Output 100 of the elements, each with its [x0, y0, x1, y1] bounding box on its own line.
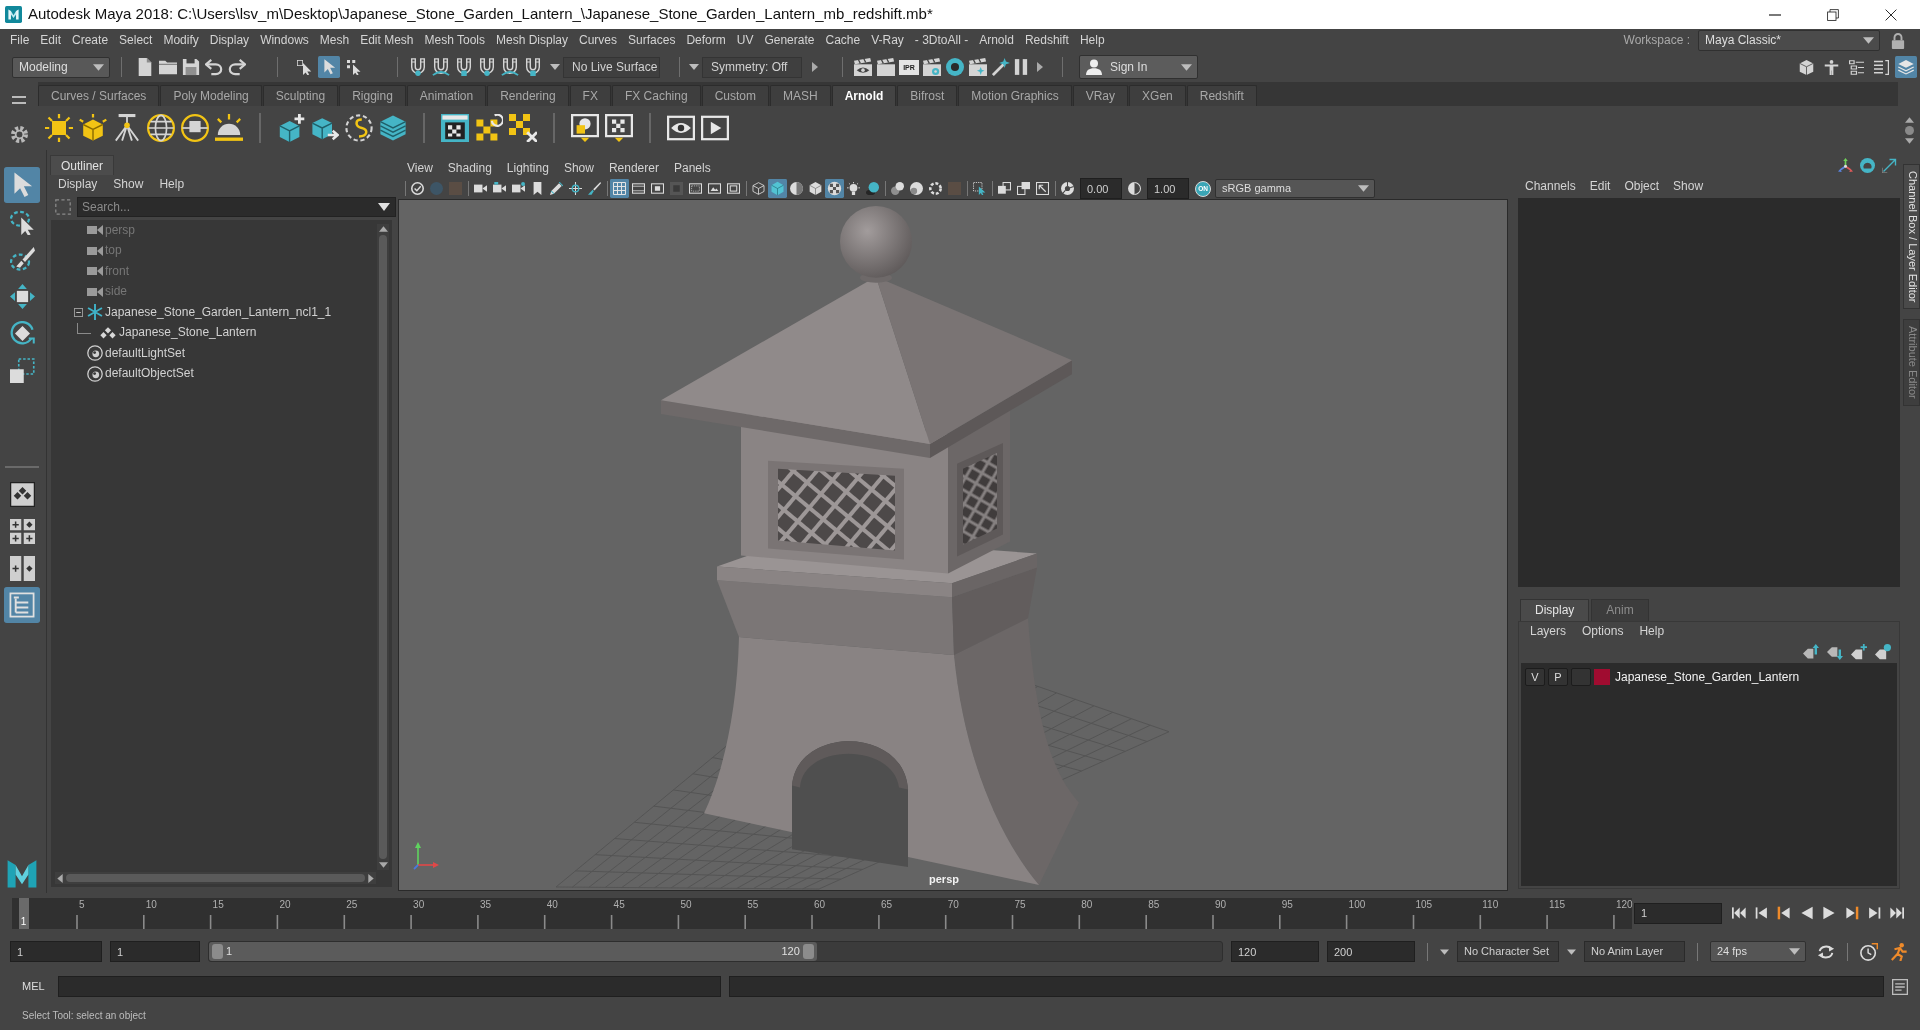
collapse-arrow-icon[interactable]	[812, 62, 818, 72]
layer-color-swatch[interactable]	[1594, 669, 1610, 685]
undo-icon[interactable]	[205, 58, 223, 76]
cube-icon[interactable]	[1798, 59, 1814, 75]
range-slider-bar[interactable]	[209, 942, 817, 961]
tag-plus-icon[interactable]	[1851, 644, 1867, 660]
menu-item[interactable]: Windows	[260, 33, 309, 48]
playback-start-field[interactable]: 1	[110, 941, 200, 962]
cursor-icon[interactable]	[296, 59, 312, 75]
scroll-down-icon[interactable]	[378, 862, 388, 868]
magnet-icon[interactable]	[409, 58, 427, 76]
scroll-left-icon[interactable]	[57, 873, 63, 883]
collapse-icon[interactable]	[73, 307, 83, 317]
magnet-icon[interactable]	[455, 58, 473, 76]
brush-icon[interactable]	[588, 182, 601, 195]
magnet-icon[interactable]	[432, 58, 450, 76]
checker-sphere-icon[interactable]	[825, 179, 844, 198]
restore-icon[interactable]	[1827, 8, 1839, 21]
wand-icon[interactable]	[992, 58, 1010, 76]
play-backwards-icon[interactable]	[1799, 906, 1814, 920]
character-set-field[interactable]: No Character Set	[1457, 941, 1559, 962]
diagonal-arrow-icon[interactable]	[1882, 157, 1897, 173]
vertical-scrollbar[interactable]	[377, 224, 389, 870]
checker-window-icon[interactable]	[441, 114, 469, 142]
clock-icon[interactable]	[1860, 942, 1878, 961]
scroll-up-icon[interactable]	[378, 226, 388, 232]
range-handle[interactable]	[802, 944, 814, 959]
menu-item[interactable]: Redshift	[1024, 33, 1069, 48]
layer-name[interactable]: Japanese_Stone_Garden_Lantern	[1615, 669, 1800, 685]
collapse-arrow-icon[interactable]	[1037, 62, 1043, 72]
workspace-dropdown[interactable]: Maya Classic*	[1698, 30, 1880, 51]
scroll-up-icon[interactable]	[1904, 117, 1914, 123]
caret-icon[interactable]	[689, 64, 699, 70]
globe-icon[interactable]	[147, 114, 175, 142]
current-time-marker[interactable]: 1	[18, 897, 29, 929]
redo-icon[interactable]	[228, 58, 246, 76]
checker-arrow-icon[interactable]	[475, 114, 503, 142]
layers-icon[interactable]	[1895, 56, 1917, 78]
shelf-tab[interactable]: Motion Graphics	[958, 85, 1072, 106]
scrollbar-thumb[interactable]	[379, 235, 387, 859]
list-icon[interactable]	[1848, 59, 1864, 75]
next-key-icon[interactable]	[1844, 906, 1859, 920]
shelf-tab[interactable]: Curves / Surfaces	[38, 85, 160, 106]
menu-item[interactable]: Help	[159, 177, 185, 192]
clapperboard-icon[interactable]	[923, 58, 941, 76]
skip-to-end-icon[interactable]	[1889, 906, 1904, 920]
outliner-item[interactable]: defaultObjectSet	[105, 366, 194, 382]
crosshair-icon[interactable]	[569, 182, 582, 195]
axes-icon[interactable]	[1838, 157, 1853, 173]
cube-plus-icon[interactable]	[277, 114, 305, 142]
two-view-icon[interactable]	[9, 555, 35, 581]
menu-set-dropdown[interactable]: Modeling	[12, 56, 110, 78]
caret-icon[interactable]	[1440, 948, 1449, 955]
dashed-ring-icon[interactable]	[929, 182, 942, 195]
menu-item[interactable]: Display	[209, 33, 250, 48]
wireframe-cube-icon[interactable]	[752, 182, 765, 195]
cube-icon[interactable]	[809, 182, 822, 195]
caret-icon[interactable]	[1863, 37, 1874, 44]
tag-arrow-down-icon[interactable]	[1827, 644, 1843, 660]
sphere-icon[interactable]	[910, 182, 923, 195]
square-arrow-icon[interactable]	[1036, 182, 1049, 195]
clapperboard-icon[interactable]	[969, 58, 987, 76]
square-light-icon[interactable]	[45, 114, 73, 142]
search-field[interactable]: Search...	[77, 197, 396, 217]
overlapping-squares-icon[interactable]	[998, 182, 1011, 195]
current-frame-field[interactable]: 1	[1634, 902, 1722, 924]
scroll-down-icon[interactable]	[1904, 138, 1914, 144]
shelf-tab[interactable]: Arnold	[831, 85, 897, 106]
menu-item[interactable]: Deform	[686, 33, 726, 48]
cube-light-icon[interactable]	[79, 114, 107, 142]
camera-icon[interactable]	[493, 182, 506, 195]
menu-item[interactable]: Channels	[1525, 178, 1576, 194]
menu-item[interactable]: File	[10, 33, 30, 48]
menu-item[interactable]: Mesh Tools	[424, 33, 485, 48]
command-input[interactable]	[58, 976, 721, 997]
time-slider[interactable]: 5 10 15 20 25 30 35 40 45 50 55 60 65 70 75 80 85 90 95 100 105 110 115 120 1	[12, 897, 1632, 929]
grid-icon[interactable]	[610, 179, 629, 198]
minimize-icon[interactable]	[1769, 13, 1781, 16]
shelf-tab[interactable]: VRay	[1072, 85, 1129, 106]
menu-item[interactable]: Arnold	[979, 33, 1014, 48]
menu-item[interactable]: Show	[113, 177, 144, 192]
skip-to-start-icon[interactable]	[1732, 906, 1746, 920]
menu-item[interactable]: Mesh	[319, 33, 350, 48]
tag-dot-icon[interactable]	[1875, 644, 1891, 660]
pause-icon[interactable]	[1014, 59, 1028, 75]
move-icon[interactable]	[9, 283, 35, 309]
step-forward-icon[interactable]	[1867, 906, 1881, 920]
globe-icon[interactable]	[181, 114, 209, 142]
menu-item[interactable]: Display	[58, 177, 98, 192]
menu-item[interactable]: Panels	[673, 160, 711, 176]
running-figure-icon[interactable]	[1890, 942, 1908, 961]
shelf-tab[interactable]: Redshift	[1186, 85, 1257, 106]
menu-item[interactable]: Show	[563, 160, 594, 176]
panel-tab[interactable]: Outliner	[50, 155, 115, 175]
magnet-icon[interactable]	[501, 58, 519, 76]
menu-item[interactable]: UV	[736, 33, 754, 48]
spheres-icon[interactable]	[891, 182, 904, 195]
caret-icon[interactable]	[378, 203, 390, 211]
menu-item[interactable]: - 3DtoAll -	[914, 33, 969, 48]
menu-item[interactable]: Surfaces	[628, 33, 676, 48]
